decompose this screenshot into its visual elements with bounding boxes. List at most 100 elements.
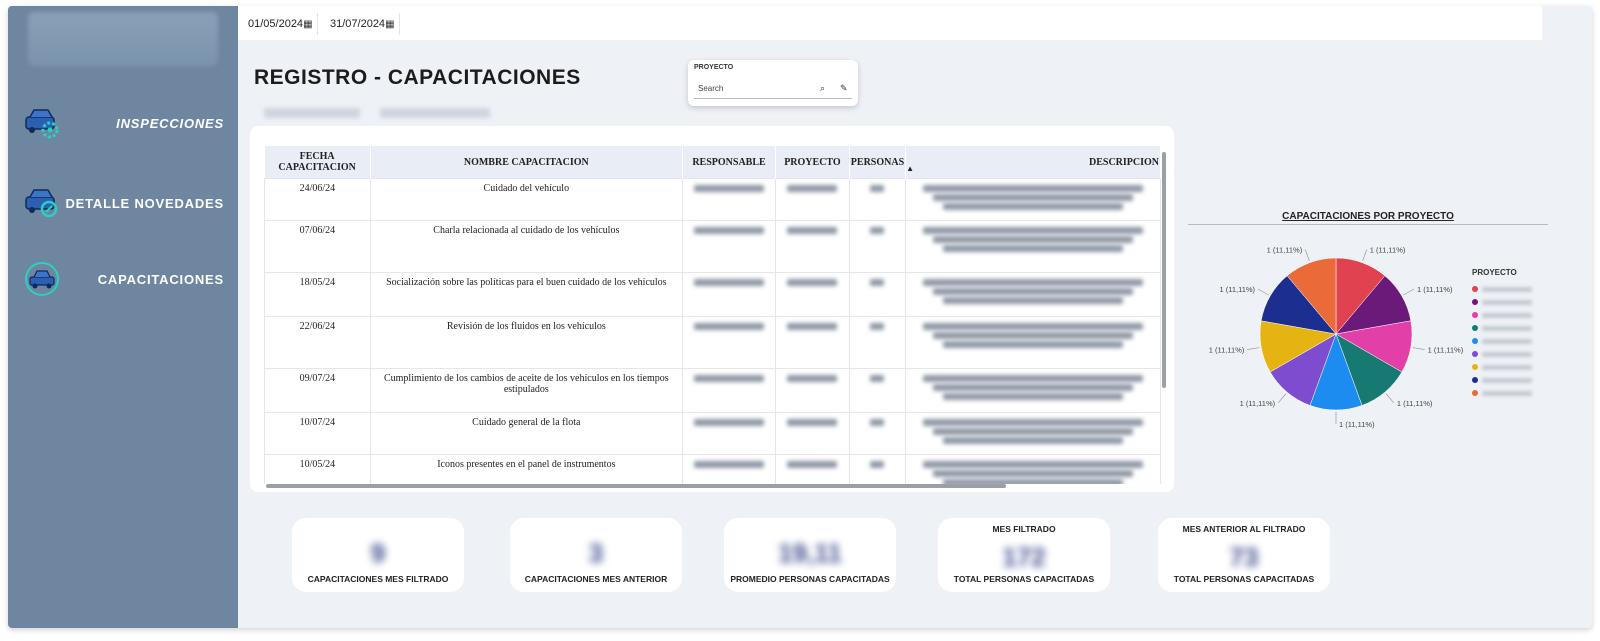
legend-item[interactable] bbox=[1472, 323, 1552, 333]
chart-title: CAPACITACIONES POR PROYECTO bbox=[1282, 211, 1454, 222]
cell-proyecto bbox=[775, 412, 850, 455]
calendar-icon[interactable]: ▦ bbox=[303, 19, 312, 30]
end-date-input[interactable]: 31/07/2024 ▦ bbox=[324, 13, 400, 35]
cell-descripcion bbox=[905, 368, 1161, 413]
sidebar: INSPECCIONES DETALLE NOVEDADES CAPACITAC… bbox=[8, 6, 238, 628]
car-gear-icon bbox=[25, 109, 59, 139]
legend-item[interactable] bbox=[1472, 362, 1552, 372]
cell-descripcion bbox=[905, 220, 1161, 273]
redacted-text bbox=[943, 437, 1124, 444]
redacted-text bbox=[923, 279, 1144, 286]
kpi-value: 9 bbox=[370, 538, 386, 568]
column-header[interactable]: PERSONAS bbox=[849, 146, 907, 179]
leader-line bbox=[1362, 249, 1368, 261]
redacted-text bbox=[694, 279, 764, 286]
redacted-text bbox=[933, 470, 1134, 477]
search-placeholder: Search bbox=[698, 83, 724, 93]
cell-fecha: 24/06/24 bbox=[264, 178, 371, 221]
legend-label-redacted bbox=[1482, 325, 1532, 331]
legend-swatch bbox=[1472, 299, 1478, 305]
sidebar-item-label: DETALLE NOVEDADES bbox=[65, 195, 224, 211]
legend-item[interactable] bbox=[1472, 297, 1552, 307]
legend-item[interactable] bbox=[1472, 284, 1552, 294]
legend-swatch bbox=[1472, 338, 1478, 344]
column-header[interactable]: NOMBRE CAPACITACION bbox=[370, 146, 683, 179]
vertical-scrollbar[interactable] bbox=[1162, 152, 1166, 388]
legend-item[interactable] bbox=[1472, 336, 1552, 346]
redacted-text bbox=[694, 323, 764, 330]
table-row[interactable]: 24/06/24 Cuidado del vehículo bbox=[264, 178, 1161, 221]
redacted-text bbox=[870, 461, 885, 468]
legend-label-redacted bbox=[1482, 338, 1532, 344]
column-header[interactable]: RESPONSABLE bbox=[682, 146, 777, 179]
start-date-input[interactable]: 01/05/2024 ▦ bbox=[242, 13, 318, 35]
cell-fecha: 09/07/24 bbox=[264, 368, 371, 413]
redacted-text bbox=[943, 393, 1124, 400]
chart-divider bbox=[1188, 224, 1548, 225]
leader-line bbox=[1403, 288, 1415, 296]
data-label: 1 (11,11%) bbox=[1267, 245, 1303, 254]
legend-label-redacted bbox=[1482, 312, 1532, 318]
kpi-card: MES ANTERIOR AL FILTRADO 73 TOTAL PERSONAS… bbox=[1158, 518, 1330, 592]
table-row[interactable]: 10/05/24 Iconos presentes en el panel de … bbox=[264, 454, 1161, 484]
table-row[interactable]: 07/06/24 Charla relacionada al cuidado de… bbox=[264, 220, 1161, 273]
table-row[interactable]: 09/07/24 Cumplimiento de los cambios de a… bbox=[264, 368, 1161, 413]
eraser-icon[interactable]: ✎ bbox=[840, 83, 848, 94]
cell-fecha: 10/07/24 bbox=[264, 412, 371, 455]
search-icon[interactable]: ⌕ bbox=[820, 83, 825, 94]
cell-fecha: 07/06/24 bbox=[264, 220, 371, 273]
sidebar-item-detalle-novedades[interactable]: DETALLE NOVEDADES bbox=[8, 178, 238, 228]
kpi-value: 3 bbox=[588, 538, 604, 568]
sort-arrow-icon[interactable]: ▲ bbox=[906, 164, 914, 173]
cell-responsable bbox=[681, 454, 777, 484]
data-label: 1 (11,11%) bbox=[1240, 399, 1276, 408]
redacted-text bbox=[933, 384, 1134, 391]
legend-swatch bbox=[1472, 286, 1478, 292]
cell-personas bbox=[848, 454, 907, 484]
legend-title: PROYECTO bbox=[1472, 268, 1517, 277]
kpi-value: 73 bbox=[1229, 542, 1259, 572]
horizontal-scrollbar[interactable] bbox=[266, 484, 1006, 488]
leader-line bbox=[1257, 288, 1269, 296]
cell-descripcion bbox=[905, 316, 1161, 369]
column-header[interactable]: ▲ DESCRIPCION bbox=[905, 146, 1161, 179]
trainings-table: FECHA CAPACITACION NOMBRE CAPACITACION R… bbox=[264, 146, 1161, 484]
redacted-text bbox=[923, 185, 1144, 192]
redacted-text bbox=[870, 185, 885, 192]
redacted-text bbox=[923, 227, 1144, 234]
kpi-label: CAPACITACIONES MES FILTRADO bbox=[307, 574, 449, 584]
kpi-label: CAPACITACIONES MES ANTERIOR bbox=[524, 574, 668, 584]
table-row[interactable]: 22/06/24 Revisión de los fluidos en los v… bbox=[264, 316, 1161, 369]
kpi-value: 19,11 bbox=[778, 538, 842, 568]
cell-responsable bbox=[681, 412, 777, 455]
cell-responsable bbox=[681, 316, 777, 369]
redacted-text bbox=[870, 227, 885, 234]
pie-chart: 1 (11,11%) 1 (11,11%) 1 (11,11%) 1 (11,11%)… bbox=[1209, 245, 1464, 429]
cell-nombre: Socialización sobre las políticas para e… bbox=[369, 272, 683, 317]
cell-proyecto bbox=[775, 220, 850, 273]
search-input[interactable]: Search ⌕ ✎ bbox=[694, 78, 852, 99]
table-row[interactable]: 10/07/24 Cuidado general de la flota bbox=[264, 412, 1161, 455]
column-header[interactable]: FECHA CAPACITACION bbox=[264, 146, 371, 179]
cell-personas bbox=[848, 412, 907, 455]
legend-item[interactable] bbox=[1472, 310, 1552, 320]
table-row[interactable]: 18/05/24 Socialización sobre las política… bbox=[264, 272, 1161, 317]
legend-swatch bbox=[1472, 377, 1478, 383]
calendar-icon[interactable]: ▦ bbox=[385, 19, 394, 30]
redacted-text bbox=[787, 419, 838, 426]
legend-item[interactable] bbox=[1472, 388, 1552, 398]
leader-line bbox=[1277, 393, 1287, 404]
filter-label: PROYECTO bbox=[694, 64, 734, 71]
dashboard-frame: INSPECCIONES DETALLE NOVEDADES CAPACITAC… bbox=[8, 6, 1592, 628]
legend-item[interactable] bbox=[1472, 349, 1552, 359]
legend-item[interactable] bbox=[1472, 375, 1552, 385]
column-header[interactable]: PROYECTO bbox=[775, 146, 850, 179]
sidebar-item-inspecciones[interactable]: INSPECCIONES bbox=[8, 98, 238, 148]
kpi-label: TOTAL PERSONAS CAPACITADAS bbox=[1173, 574, 1315, 584]
redacted-text bbox=[933, 236, 1134, 243]
sidebar-item-capacitaciones[interactable]: CAPACITACIONES bbox=[8, 254, 238, 304]
legend-swatch bbox=[1472, 364, 1478, 370]
kpi-header: MES ANTERIOR AL FILTRADO bbox=[1182, 524, 1306, 534]
cell-personas bbox=[848, 272, 907, 317]
data-label: 1 (11,11%) bbox=[1417, 285, 1453, 294]
